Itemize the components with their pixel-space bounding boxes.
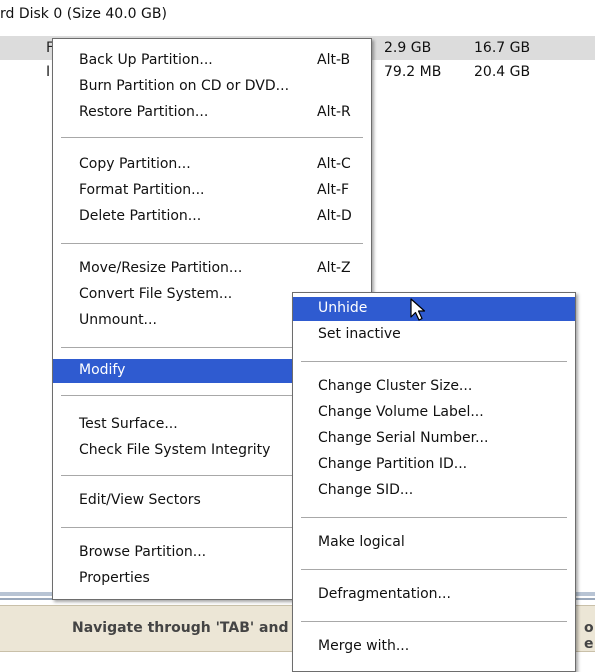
menu-separator bbox=[301, 517, 567, 519]
menu-separator bbox=[61, 243, 363, 245]
menu-item-label: Back Up Partition... bbox=[79, 52, 213, 68]
menu-item-burn-partition[interactable]: Burn Partition on CD or DVD... bbox=[53, 75, 371, 99]
used-cell: 2.9 GB bbox=[384, 40, 432, 56]
submenu-item-change-partition-id[interactable]: Change Partition ID... bbox=[293, 453, 575, 477]
menu-item-label: Modify bbox=[79, 362, 126, 378]
submenu-item-change-sid[interactable]: Change SID... bbox=[293, 479, 575, 503]
row-label-fragment: I bbox=[46, 64, 51, 80]
menu-item-label: Delete Partition... bbox=[79, 208, 202, 224]
used-cell: 79.2 MB bbox=[384, 64, 442, 80]
modify-submenu: Unhide Set inactive Change Cluster Size.… bbox=[292, 292, 576, 672]
menu-item-label: Test Surface... bbox=[79, 416, 178, 432]
menu-item-label: Edit/View Sectors bbox=[79, 492, 201, 508]
menu-item-label: Unhide bbox=[318, 300, 368, 316]
menu-separator bbox=[61, 137, 363, 139]
status-text: Navigate through 'TAB' and ' bbox=[72, 620, 298, 636]
menu-item-shortcut: Alt-C bbox=[317, 156, 351, 172]
menu-item-restore-partition[interactable]: Restore Partition... Alt-R bbox=[53, 101, 371, 125]
menu-item-delete-partition[interactable]: Delete Partition... Alt-D bbox=[53, 205, 371, 229]
menu-item-label: Unmount... bbox=[79, 312, 157, 328]
unused-cell: 20.4 GB bbox=[474, 64, 531, 80]
submenu-item-unhide[interactable]: Unhide bbox=[293, 297, 575, 321]
menu-item-label: Change Volume Label... bbox=[318, 404, 484, 420]
menu-item-label: Format Partition... bbox=[79, 182, 205, 198]
submenu-item-defragmentation[interactable]: Defragmentation... bbox=[293, 583, 575, 607]
submenu-item-change-serial-number[interactable]: Change Serial Number... bbox=[293, 427, 575, 451]
submenu-item-merge-with[interactable]: Merge with... bbox=[293, 635, 575, 659]
menu-item-label: Copy Partition... bbox=[79, 156, 191, 172]
menu-item-shortcut: Alt-B bbox=[317, 52, 351, 68]
submenu-item-change-volume-label[interactable]: Change Volume Label... bbox=[293, 401, 575, 425]
menu-item-label: Properties bbox=[79, 570, 150, 586]
menu-item-label: Move/Resize Partition... bbox=[79, 260, 243, 276]
menu-item-label: Defragmentation... bbox=[318, 586, 451, 602]
menu-item-label: Convert File System... bbox=[79, 286, 233, 302]
unused-cell: 16.7 GB bbox=[474, 40, 531, 56]
menu-item-label: Burn Partition on CD or DVD... bbox=[79, 78, 290, 94]
menu-item-label: Change Cluster Size... bbox=[318, 378, 473, 394]
submenu-item-change-cluster-size[interactable]: Change Cluster Size... bbox=[293, 375, 575, 399]
menu-item-copy-partition[interactable]: Copy Partition... Alt-C bbox=[53, 153, 371, 177]
menu-item-shortcut: Alt-D bbox=[317, 208, 352, 224]
submenu-item-set-inactive[interactable]: Set inactive bbox=[293, 323, 575, 347]
menu-item-label: Change SID... bbox=[318, 482, 414, 498]
menu-item-shortcut: Alt-F bbox=[317, 182, 350, 198]
menu-separator bbox=[301, 621, 567, 623]
menu-item-label: Merge with... bbox=[318, 638, 410, 654]
menu-item-move-resize-partition[interactable]: Move/Resize Partition... Alt-Z bbox=[53, 257, 371, 281]
status-text-fragment: o e bbox=[584, 620, 594, 652]
menu-item-shortcut: Alt-R bbox=[317, 104, 351, 120]
mouse-pointer-icon bbox=[410, 298, 428, 328]
menu-item-label: Make logical bbox=[318, 534, 405, 550]
submenu-item-make-logical[interactable]: Make logical bbox=[293, 531, 575, 555]
menu-item-label: Set inactive bbox=[318, 326, 401, 342]
menu-item-label: Restore Partition... bbox=[79, 104, 209, 120]
menu-item-shortcut: Alt-Z bbox=[317, 260, 351, 276]
menu-separator bbox=[301, 361, 567, 363]
menu-item-back-up-partition[interactable]: Back Up Partition... Alt-B bbox=[53, 49, 371, 73]
menu-separator bbox=[301, 569, 567, 571]
menu-item-label: Change Serial Number... bbox=[318, 430, 489, 446]
menu-item-format-partition[interactable]: Format Partition... Alt-F bbox=[53, 179, 371, 203]
menu-item-label: Browse Partition... bbox=[79, 544, 207, 560]
menu-item-label: Check File System Integrity bbox=[79, 442, 271, 458]
menu-item-label: Change Partition ID... bbox=[318, 456, 468, 472]
disk-header: rd Disk 0 (Size 40.0 GB) bbox=[0, 6, 167, 22]
